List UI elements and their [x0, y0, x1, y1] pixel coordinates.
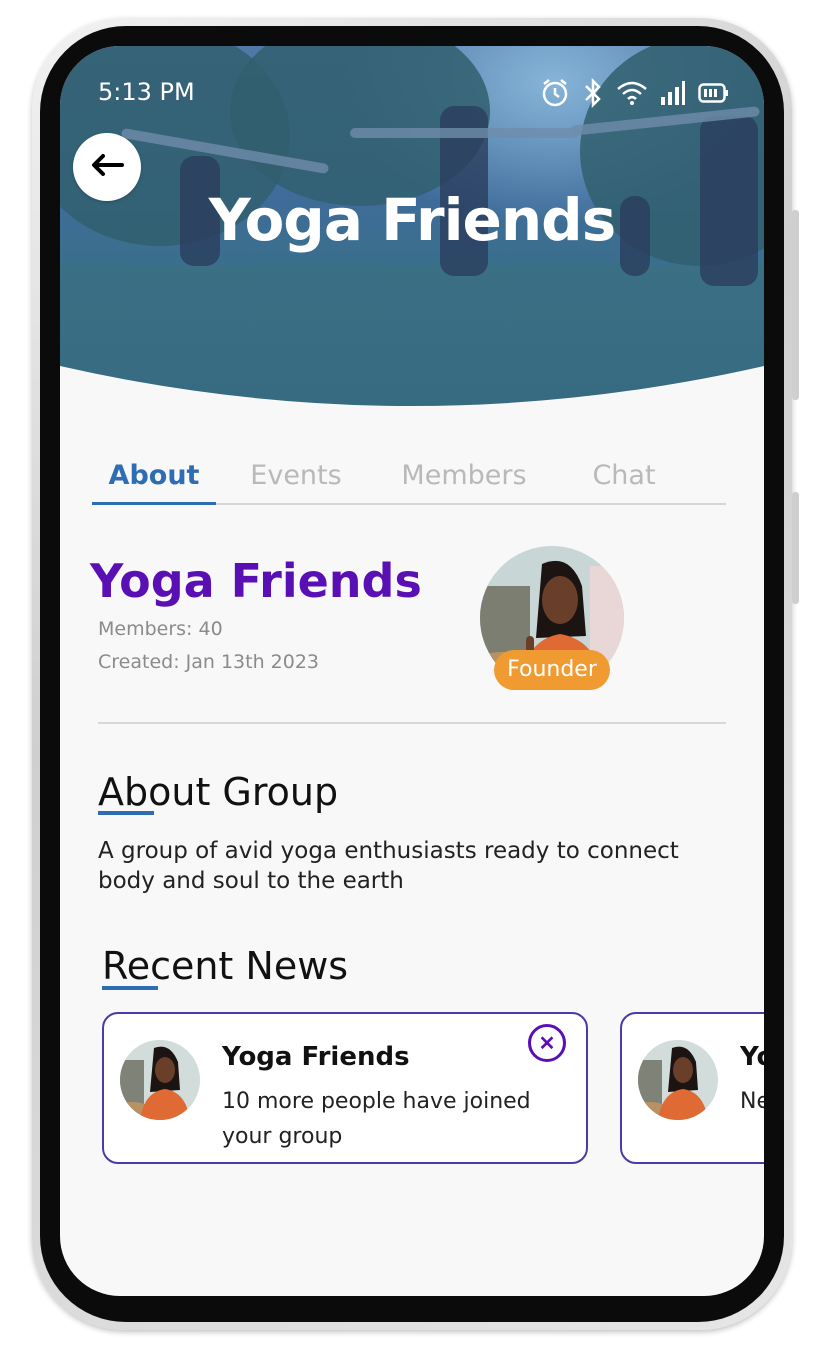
divider — [98, 722, 726, 724]
hero-curve — [60, 366, 764, 426]
arm-shape — [350, 128, 580, 138]
group-name: Yoga Friends — [90, 554, 422, 608]
bluetooth-icon — [582, 77, 604, 113]
news-avatar — [638, 1040, 718, 1120]
status-bar: 5:13 PM — [98, 77, 730, 109]
about-description: A group of avid yoga enthusiasts ready t… — [98, 838, 679, 894]
members-count: Members: 40 — [98, 618, 223, 640]
tab-bar: About Events Members Chat — [92, 438, 726, 505]
tab-chat[interactable]: Chat — [552, 438, 696, 503]
power-button — [792, 492, 799, 604]
app-screen: 5:13 PM Yoga Friends About Events Member… — [60, 46, 764, 1296]
hero-title: Yoga Friends — [208, 186, 616, 254]
signal-icon — [660, 80, 686, 111]
alarm-icon — [540, 78, 570, 113]
battery-icon — [698, 82, 730, 109]
about-heading-underline — [98, 811, 154, 815]
news-title: Yo — [740, 1042, 764, 1072]
news-title: Yoga Friends — [222, 1042, 410, 1072]
tab-events[interactable]: Events — [216, 438, 376, 503]
recent-news-heading: Recent News — [102, 944, 349, 988]
tab-members[interactable]: Members — [376, 438, 552, 503]
created-date: Created: Jan 13th 2023 — [98, 651, 320, 673]
wifi-icon — [616, 80, 648, 111]
news-body: 10 more people have joined your group — [222, 1089, 531, 1149]
status-time: 5:13 PM — [98, 78, 195, 106]
news-card[interactable]: Yoga Friends 10 more people have joined … — [102, 1012, 588, 1164]
news-body: Ne — [740, 1089, 764, 1114]
recent-news-underline — [102, 986, 158, 990]
status-icons — [540, 77, 730, 113]
news-avatar — [120, 1040, 200, 1120]
volume-button — [792, 210, 799, 400]
news-card[interactable]: Yo Ne — [620, 1012, 764, 1164]
arrow-left-icon — [90, 153, 124, 182]
close-icon[interactable]: ✕ — [528, 1024, 566, 1062]
founder-badge: Founder — [494, 650, 610, 690]
tab-about[interactable]: About — [92, 438, 216, 505]
about-heading: About Group — [98, 770, 339, 814]
